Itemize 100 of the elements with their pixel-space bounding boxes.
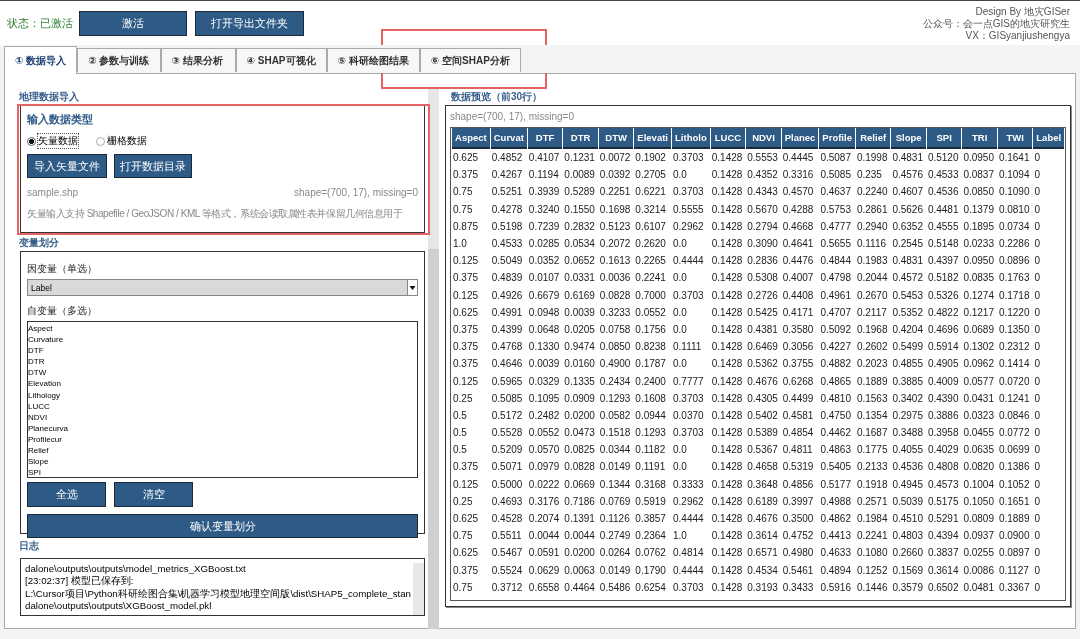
tab[interactable]: ⑥ 空间SHAP分析	[419, 48, 521, 72]
credit-text: VX：GISyanjiushengya	[965, 30, 1070, 42]
dropdown[interactable]: Label	[27, 279, 418, 296]
table-cell-text: 0.4352	[746, 168, 779, 183]
table-cell-text: 0.75	[452, 580, 474, 595]
list-item[interactable]: Curvature	[28, 334, 64, 346]
list-item[interactable]: LUCC	[28, 400, 50, 412]
activate-button[interactable]: 激活	[79, 10, 187, 36]
list-item[interactable]: NDVI	[28, 411, 48, 423]
table-cell-text: 0.4852	[490, 151, 524, 166]
scrollbar[interactable]	[428, 89, 439, 629]
table-cell-text: 0.625	[452, 151, 480, 166]
column-header[interactable]: DTR	[563, 128, 598, 149]
list-item[interactable]: Profilecur	[28, 433, 62, 446]
tab[interactable]: ⑤ 科研绘图结果	[326, 48, 420, 72]
column-header[interactable]: TWI	[997, 128, 1033, 149]
list-box[interactable]: Aspect Curvature DTF DTR DTW Elevation Lithology LUCC NDVI Planecurva Profilecur Relief Slope SPI	[27, 321, 418, 478]
table-cell-text: 0.1428	[710, 322, 744, 337]
table-cell-text: 0.3703	[672, 580, 705, 595]
table-cell-text: 0.1608	[634, 391, 667, 406]
table-cell-text: 0.4581	[781, 408, 815, 423]
tab[interactable]: ④ SHAP可视化	[235, 48, 327, 72]
table-cell-text: 0.1335	[563, 374, 596, 389]
table-cell-text: 0.0897	[997, 546, 1031, 561]
radio-option[interactable]: 栅格数据	[96, 134, 147, 148]
table-cell-text: 0.4107	[527, 151, 561, 166]
table-cell-text: 0.4696	[926, 322, 960, 337]
table-cell-text: 0.0835	[962, 271, 995, 286]
table-cell-text: 0.0329	[527, 374, 561, 389]
table-cell-text: 0.1428	[710, 477, 744, 492]
open-directory-button[interactable]: 打开数据目录	[114, 154, 192, 178]
column-header[interactable]: LUCC	[710, 128, 746, 149]
table-cell-text: 0.2660	[891, 546, 924, 561]
table-cell-text: 0.4305	[746, 391, 779, 406]
list-item[interactable]: Aspect	[28, 323, 53, 335]
select-all-button[interactable]: 全选	[27, 482, 106, 507]
table-cell-text: 0.0149	[598, 460, 632, 475]
list-item[interactable]: DTW	[28, 367, 47, 379]
table-cell-text: 0.0	[672, 460, 688, 475]
table-cell-text: 0.1428	[710, 443, 744, 458]
table-cell-text: 0.1651	[997, 494, 1031, 509]
import-button[interactable]: 导入矢量文件	[27, 154, 107, 178]
column-header[interactable]: Litholo	[672, 128, 710, 149]
table-cell-text: 0.4808	[926, 460, 960, 475]
table-cell-text: 0.2117	[855, 305, 888, 320]
column-header[interactable]: Relief	[855, 128, 891, 149]
table-cell-text: 0.0036	[598, 271, 632, 286]
list-item[interactable]: Slope	[28, 456, 49, 468]
column-header[interactable]: Profile	[819, 128, 855, 149]
list-item[interactable]: Lithology	[28, 389, 61, 401]
list-item[interactable]: Planecurva	[28, 422, 69, 434]
table-cell-text: 0.4839	[490, 271, 524, 286]
column-header[interactable]: NDVI	[746, 128, 781, 149]
table-cell-text: 0.1889	[855, 374, 889, 389]
column-header[interactable]: Planec	[781, 128, 819, 149]
table-cell-text: 0.5965	[490, 374, 524, 389]
column-header[interactable]: TRI	[962, 128, 997, 149]
table-cell-text: 0.1428	[710, 202, 744, 217]
table-cell-text: 0.0352	[527, 254, 561, 269]
list-item[interactable]: DTR	[28, 356, 45, 368]
column-header[interactable]: Label	[1033, 128, 1064, 149]
column-header[interactable]: DTF	[527, 128, 563, 149]
open-folder-button[interactable]: 打开导出文件夹	[195, 10, 304, 36]
list-item[interactable]: SPI	[28, 467, 41, 479]
list-item[interactable]: Relief	[28, 445, 49, 457]
column-header[interactable]: Slope	[891, 128, 926, 149]
table-cell-text: 0.1918	[855, 477, 889, 492]
table-cell-text: 0.375	[452, 460, 480, 475]
column-header[interactable]: Curvat	[490, 128, 527, 149]
table-cell-text: 0.2241	[855, 529, 889, 544]
table-cell-text: 0.0233	[962, 237, 995, 252]
table-cell-text: 0.3316	[781, 168, 815, 183]
table-cell-text: 0.5352	[891, 305, 924, 320]
confirm-button[interactable]: 确认变量划分	[27, 514, 418, 538]
table-cell-text: 0.375	[452, 168, 480, 183]
radio-option[interactable]: 矢量数据	[27, 134, 78, 148]
list-item[interactable]: Elevation	[28, 378, 61, 390]
table-cell-text: 0.2364	[634, 529, 667, 544]
table-cell-text: 0.3333	[672, 477, 705, 492]
table-cell-text: 0.1095	[527, 391, 561, 406]
column-header[interactable]: Aspect	[452, 128, 490, 149]
table-cell-text: 0.4528	[490, 512, 524, 527]
table-cell-text: 0.4894	[819, 563, 852, 578]
table-cell-text: 0.0552	[527, 426, 561, 441]
tab[interactable]: ③ 结果分析	[160, 48, 236, 72]
table-cell-text: 0.4533	[490, 237, 524, 252]
tab[interactable]: ① 数据导入	[4, 46, 78, 74]
tab[interactable]: ② 参数与训练	[77, 48, 161, 72]
table-cell-text: 0.4863	[819, 443, 852, 458]
table-cell-text: 0.0200	[563, 546, 596, 561]
list-item[interactable]: DTF	[28, 345, 44, 357]
column-header[interactable]: SPI	[926, 128, 962, 149]
column-header[interactable]: DTW	[598, 128, 634, 149]
clear-button[interactable]: 清空	[114, 482, 193, 507]
table-cell-text: 0	[1033, 426, 1041, 441]
log-scrollbar[interactable]	[413, 563, 424, 615]
table-cell-text: 0.6352	[891, 219, 924, 234]
table-cell-text: 0.4658	[746, 460, 779, 475]
column-header[interactable]: Elevati	[634, 128, 671, 149]
table-cell-text: 0.2620	[634, 237, 667, 252]
